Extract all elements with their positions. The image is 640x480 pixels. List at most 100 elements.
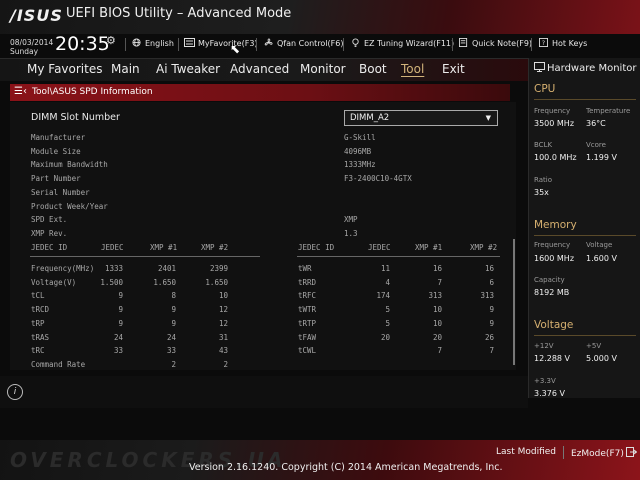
left-timing-cell: 9	[118, 305, 123, 315]
hot-keys-label: Hot Keys	[552, 39, 588, 48]
menu-main[interactable]: Main	[111, 62, 140, 76]
cpu-temperature-label: Temperature	[586, 107, 631, 115]
right-timing-cell: 26	[484, 332, 494, 342]
left-table-header: JEDEC	[101, 243, 124, 252]
globe-icon	[132, 38, 141, 47]
left-timing-cell: 2	[223, 359, 228, 369]
myfavorite-label: MyFavorite(F3)	[198, 39, 258, 48]
dimm-slot-value: DIMM_A2	[350, 113, 390, 123]
clock[interactable]: 20:35	[55, 33, 110, 55]
menu-monitor[interactable]: Monitor	[300, 62, 346, 76]
right-timing-row-label: tRTP	[298, 318, 317, 328]
ez-tuning-wizard-button[interactable]: EZ Tuning Wizard(F11)	[350, 38, 454, 48]
dimm-slot-select[interactable]: DIMM_A2 ▼	[344, 110, 498, 126]
left-timing-cell: 12	[218, 305, 228, 315]
ez-tuning-label: EZ Tuning Wizard(F11)	[364, 39, 455, 48]
cpu-temperature-value: 36°C	[586, 119, 606, 128]
left-timing-cell: 8	[171, 291, 176, 301]
right-timing-cell: 7	[437, 277, 442, 287]
right-timing-cell: 20	[432, 332, 442, 342]
left-timing-cell: 31	[218, 332, 228, 342]
memory-voltage-label: Voltage	[586, 241, 613, 249]
language-label: English	[145, 39, 174, 48]
toolbar-divider	[343, 38, 344, 51]
v5-label: +5V	[586, 342, 602, 350]
exit-arrow-icon	[625, 447, 638, 457]
content-scrollbar[interactable]	[513, 239, 515, 365]
left-timing-cell: 1333	[104, 264, 123, 273]
toolbar-divider	[178, 38, 179, 51]
spd-info-value: F3-2400C10-4GTX	[344, 174, 412, 183]
monitor-icon	[534, 62, 545, 72]
language-button[interactable]: English	[131, 38, 174, 48]
menu-exit[interactable]: Exit	[442, 62, 465, 76]
menu-my-favorites[interactable]: My Favorites	[27, 62, 102, 76]
left-table-header: JEDEC ID	[31, 243, 68, 252]
right-timing-cell: 6	[489, 277, 494, 287]
cpu-section-heading: CPU	[534, 83, 556, 95]
version-text: Version 2.16.1240. Copyright (C) 2014 Am…	[189, 462, 503, 473]
quick-note-button[interactable]: Quick Note(F9)	[458, 38, 532, 48]
spd-info-label: XMP Rev.	[31, 229, 68, 238]
title-bar: /ISUS UEFI BIOS Utility – Advanced Mode	[0, 0, 640, 34]
date-text: 08/03/2014	[10, 38, 54, 47]
right-timing-cell: 7	[437, 346, 442, 356]
last-modified-button[interactable]: Last Modified	[496, 447, 556, 457]
vcore-label: Vcore	[586, 141, 606, 149]
hardware-monitor-panel: Hardware Monitor CPU Frequency Temperatu…	[528, 58, 640, 398]
mouse-cursor-icon: ⬉	[230, 42, 241, 56]
spd-info-value: XMP	[344, 215, 358, 224]
left-timing-cell: 9	[118, 291, 123, 301]
toolbar-divider	[125, 38, 126, 51]
left-table-header: XMP #2	[201, 243, 229, 252]
menu-ai-tweaker[interactable]: Ai Tweaker	[156, 62, 220, 76]
spd-info-label: SPD Ext.	[31, 215, 68, 224]
ezmode-label: EzMode(F7)	[571, 449, 624, 459]
left-timing-cell: 2399	[209, 264, 228, 273]
right-timing-cell: 9	[489, 318, 494, 328]
back-menu-icon[interactable]: ☰‹	[14, 86, 27, 97]
right-timing-cell: 10	[432, 318, 442, 328]
left-timing-cell: 24	[113, 332, 123, 342]
toolbar-divider	[531, 38, 532, 51]
right-timing-row-label: tCWL	[298, 346, 317, 356]
right-timing-cell: 7	[489, 346, 494, 356]
myfavorite-button[interactable]: MyFavorite(F3)	[184, 38, 258, 48]
help-info-bar: i	[0, 376, 528, 408]
right-table-header: JEDEC ID	[298, 243, 335, 252]
lightbulb-icon	[352, 38, 359, 47]
spd-info-label: Module Size	[31, 147, 81, 156]
voltage-section-divider	[534, 335, 636, 336]
info-icon[interactable]: i	[7, 384, 23, 400]
toolbar-divider	[256, 38, 257, 51]
ratio-label: Ratio	[534, 176, 552, 184]
voltage-section-heading: Voltage	[534, 319, 574, 331]
spd-info-label: Maximum Bandwidth	[31, 160, 108, 169]
menu-advanced[interactable]: Advanced	[230, 62, 289, 76]
ezmode-button[interactable]: EzMode(F7)	[571, 447, 638, 459]
v33-value: 3.376 V	[534, 389, 565, 398]
gear-icon[interactable]: ⚙	[106, 34, 116, 47]
left-table-divider	[30, 256, 260, 257]
quick-note-label: Quick Note(F9)	[472, 39, 533, 48]
right-timing-cell: 5	[385, 305, 390, 315]
hot-keys-button[interactable]: ? Hot Keys	[538, 38, 587, 48]
menu-boot[interactable]: Boot	[359, 62, 387, 76]
left-timing-row-label: Voltage(V)	[31, 277, 77, 287]
qfan-control-button[interactable]: Qfan Control(F6)	[263, 38, 343, 48]
left-timing-row-label: tRC	[31, 346, 45, 356]
spd-info-label: Part Number	[31, 174, 81, 183]
left-timing-cell: 24	[166, 332, 176, 342]
right-timing-cell: 16	[484, 264, 494, 273]
right-timing-cell: 4	[385, 277, 390, 287]
left-timing-cell: 9	[171, 305, 176, 315]
left-table-header: XMP #1	[150, 243, 178, 252]
toolbar-divider	[452, 38, 453, 51]
left-timing-row-label: tCL	[31, 291, 45, 301]
v12-value: 12.288 V	[534, 354, 571, 363]
memory-section-divider	[534, 235, 636, 236]
v33-label: +3.3V	[534, 377, 556, 385]
note-icon	[459, 38, 468, 47]
menu-tool[interactable]: Tool	[401, 62, 424, 76]
memory-capacity-label: Capacity	[534, 276, 565, 284]
